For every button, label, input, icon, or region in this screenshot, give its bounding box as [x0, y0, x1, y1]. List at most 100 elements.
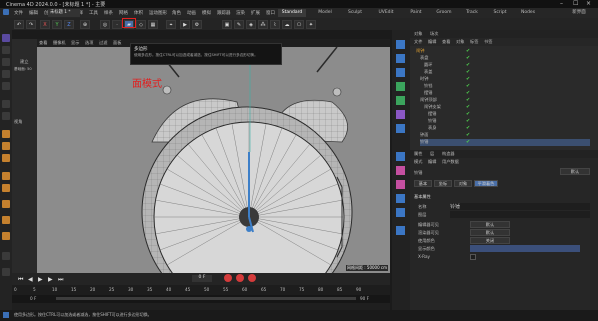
extrude-tool-icon[interactable] [2, 130, 10, 138]
range-slider[interactable] [56, 297, 356, 300]
maximize-icon[interactable]: ☐ [573, 0, 578, 7]
field-name-input[interactable]: 铃锤 [450, 203, 590, 210]
subtab-basic[interactable]: 基本 [414, 180, 432, 187]
cube-primitive-icon[interactable] [396, 40, 405, 49]
smooth-tool-icon[interactable] [2, 200, 10, 208]
workspace-sculpt[interactable]: Sculpt [342, 9, 368, 17]
viewport-menu-options[interactable]: 选项 [85, 40, 93, 46]
field-xray-checkbox[interactable] [470, 254, 476, 260]
slide-tool-icon[interactable] [2, 232, 10, 240]
cube-icon[interactable]: ▣ [222, 20, 232, 29]
field-icon[interactable] [396, 124, 405, 133]
check-icon[interactable]: ✔ [466, 104, 470, 110]
menu-edit[interactable]: 编辑 [29, 10, 38, 16]
list-item[interactable]: 钟面 [420, 132, 428, 139]
menu-window[interactable]: 窗口 [266, 10, 275, 16]
go-start-icon[interactable]: ⏮ [18, 276, 23, 284]
range-start-field[interactable]: 0 F [30, 296, 36, 301]
subtab-object[interactable]: 对象 [454, 180, 472, 187]
check-icon[interactable]: ✔ [466, 76, 470, 82]
viewport-menu-display[interactable]: 显示 [71, 40, 79, 46]
model-mode-icon[interactable]: ◎ [100, 20, 110, 29]
knife-tool-icon[interactable] [2, 112, 10, 120]
workplane-icon[interactable] [2, 268, 10, 276]
redo-icon[interactable]: ↷ [26, 20, 36, 29]
obj-menu-file[interactable]: 文件 [414, 39, 422, 45]
menu-mesh[interactable]: 网格 [119, 10, 128, 16]
menu-character[interactable]: 角色 [172, 10, 181, 16]
loop-cut-icon[interactable] [2, 172, 10, 180]
list-item[interactable]: 圆环 [424, 62, 432, 69]
viewport-menu-panel[interactable]: 面板 [113, 40, 121, 46]
viewport[interactable]: 网格间距 : 50000 cm [37, 47, 390, 273]
list-item[interactable]: 表盘 [420, 55, 428, 62]
list-item[interactable]: 摆锤 [428, 111, 436, 118]
document-tab[interactable]: 未标题 1 * [48, 9, 80, 17]
camera-object-icon[interactable] [396, 166, 405, 175]
axis-y-button[interactable]: Y [52, 20, 62, 29]
list-item[interactable]: 表身 [428, 125, 436, 132]
tab-attributes[interactable]: 属性 [414, 151, 422, 157]
menu-tracker[interactable]: 跟踪器 [217, 10, 231, 16]
obj-menu-view[interactable]: 查看 [442, 39, 450, 45]
undo-icon[interactable]: ↶ [14, 20, 24, 29]
bevel-tool-icon[interactable] [2, 142, 10, 150]
generator-icon[interactable] [396, 68, 405, 77]
check-icon[interactable]: ✔ [466, 55, 470, 61]
check-icon[interactable]: ✔ [466, 118, 470, 124]
attr-menu-mode[interactable]: 模式 [414, 159, 422, 165]
field-display-color-swatch[interactable] [470, 245, 580, 252]
close-icon[interactable]: × [586, 0, 591, 7]
prev-frame-icon[interactable]: ◀ [28, 276, 33, 283]
play-icon[interactable]: ▶ [38, 276, 43, 283]
list-item[interactable]: 铃铛 [424, 83, 432, 90]
workspace-groom[interactable]: Groom [432, 9, 456, 17]
check-icon[interactable]: ✔ [466, 90, 470, 96]
menu-tools[interactable]: 工具 [89, 10, 98, 16]
timeline-ruler[interactable]: 0 5 10 15 20 25 30 35 40 45 50 55 60 65 … [12, 285, 390, 295]
deformer-icon[interactable]: ⌇ [270, 20, 280, 29]
move-tool-icon[interactable] [2, 58, 10, 66]
attr-dropdown[interactable]: 默认 [560, 168, 590, 175]
tab-layers[interactable]: 层 [430, 151, 434, 157]
field-editor-visible-select[interactable]: 默认 [470, 221, 510, 228]
points-mode-icon[interactable]: · [112, 20, 122, 29]
lasso-icon[interactable] [2, 46, 10, 54]
menu-simulate[interactable]: 模拟 [202, 10, 211, 16]
field-render-visible-select[interactable]: 默认 [470, 229, 510, 236]
menu-mograph[interactable]: 运动图形 [149, 10, 167, 16]
key-all-icon[interactable] [248, 274, 256, 282]
brush-tool-icon[interactable] [2, 100, 10, 108]
menu-volume[interactable]: 体积 [134, 10, 143, 16]
viewport-menu-filter[interactable]: 过滤 [99, 40, 107, 46]
uv-mode-icon[interactable]: ▦ [148, 20, 158, 29]
obj-menu-tags[interactable]: 标签 [470, 39, 478, 45]
deformer-panel-icon[interactable] [396, 110, 405, 119]
menu-extensions[interactable]: 扩展 [251, 10, 260, 16]
workspace-uvedit[interactable]: UVEdit [372, 9, 400, 17]
minimize-icon[interactable]: – [560, 0, 563, 7]
auto-key-icon[interactable] [236, 274, 244, 282]
tab-takes[interactable]: 场次 [430, 31, 438, 37]
obj-menu-edit[interactable]: 编辑 [428, 39, 436, 45]
environment-icon[interactable]: ☁ [282, 20, 292, 29]
range-end-field[interactable]: 90 F [360, 296, 369, 301]
coordinate-system-icon[interactable]: ⊕ [80, 20, 90, 29]
menu-spline[interactable]: 样条 [104, 10, 113, 16]
layout-selector[interactable]: 新界面 [564, 9, 594, 17]
render-settings-icon[interactable]: ⚙ [192, 20, 202, 29]
scene-icon[interactable] [396, 152, 405, 161]
check-icon[interactable]: ✔ [466, 111, 470, 117]
workspace-model[interactable]: Model [312, 9, 338, 17]
render-view-icon[interactable]: ▶ [180, 20, 190, 29]
next-frame-icon[interactable]: ▶ [48, 276, 53, 283]
render-icon[interactable] [396, 226, 405, 235]
workspace-script[interactable]: Script [488, 9, 512, 17]
field-layer-input[interactable] [450, 211, 590, 218]
workspace-standard[interactable]: Standard [278, 9, 306, 17]
obj-menu-object[interactable]: 对象 [456, 39, 464, 45]
light-icon[interactable]: ✦ [306, 20, 316, 29]
check-icon[interactable]: ✔ [466, 83, 470, 89]
material-icon[interactable] [396, 194, 405, 203]
light-object-icon[interactable] [396, 180, 405, 189]
